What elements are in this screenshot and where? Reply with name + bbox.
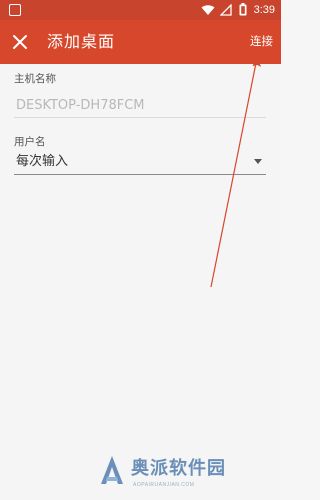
wifi-icon [201,5,215,15]
host-name-input[interactable] [14,96,266,118]
dropdown-arrow-icon [254,159,262,164]
screen: 3:39 添加桌面 连接 主机名称 用户名 每次输入 奥派软件园 AOPAIRU… [0,0,281,500]
app-bar: 添加桌面 连接 [0,20,281,64]
connect-button[interactable]: 连接 [250,33,273,49]
notification-icon [9,4,21,16]
username-label: 用户名 [14,136,46,148]
signal-icon [220,4,232,16]
battery-icon [239,3,247,16]
watermark-text: 奥派软件园 [131,458,226,479]
host-name-label: 主机名称 [14,73,56,85]
status-time: 3:39 [253,4,275,16]
username-selected-value: 每次输入 [16,154,69,169]
username-dropdown[interactable]: 每次输入 [14,151,266,175]
watermark-logo-icon [101,456,123,484]
status-bar: 3:39 [0,0,281,20]
watermark: 奥派软件园 AOPAIRUANJIAN.COM [0,448,281,500]
close-icon[interactable] [8,30,32,54]
page-title: 添加桌面 [47,32,116,51]
watermark-subtext: AOPAIRUANJIAN.COM [133,482,195,488]
